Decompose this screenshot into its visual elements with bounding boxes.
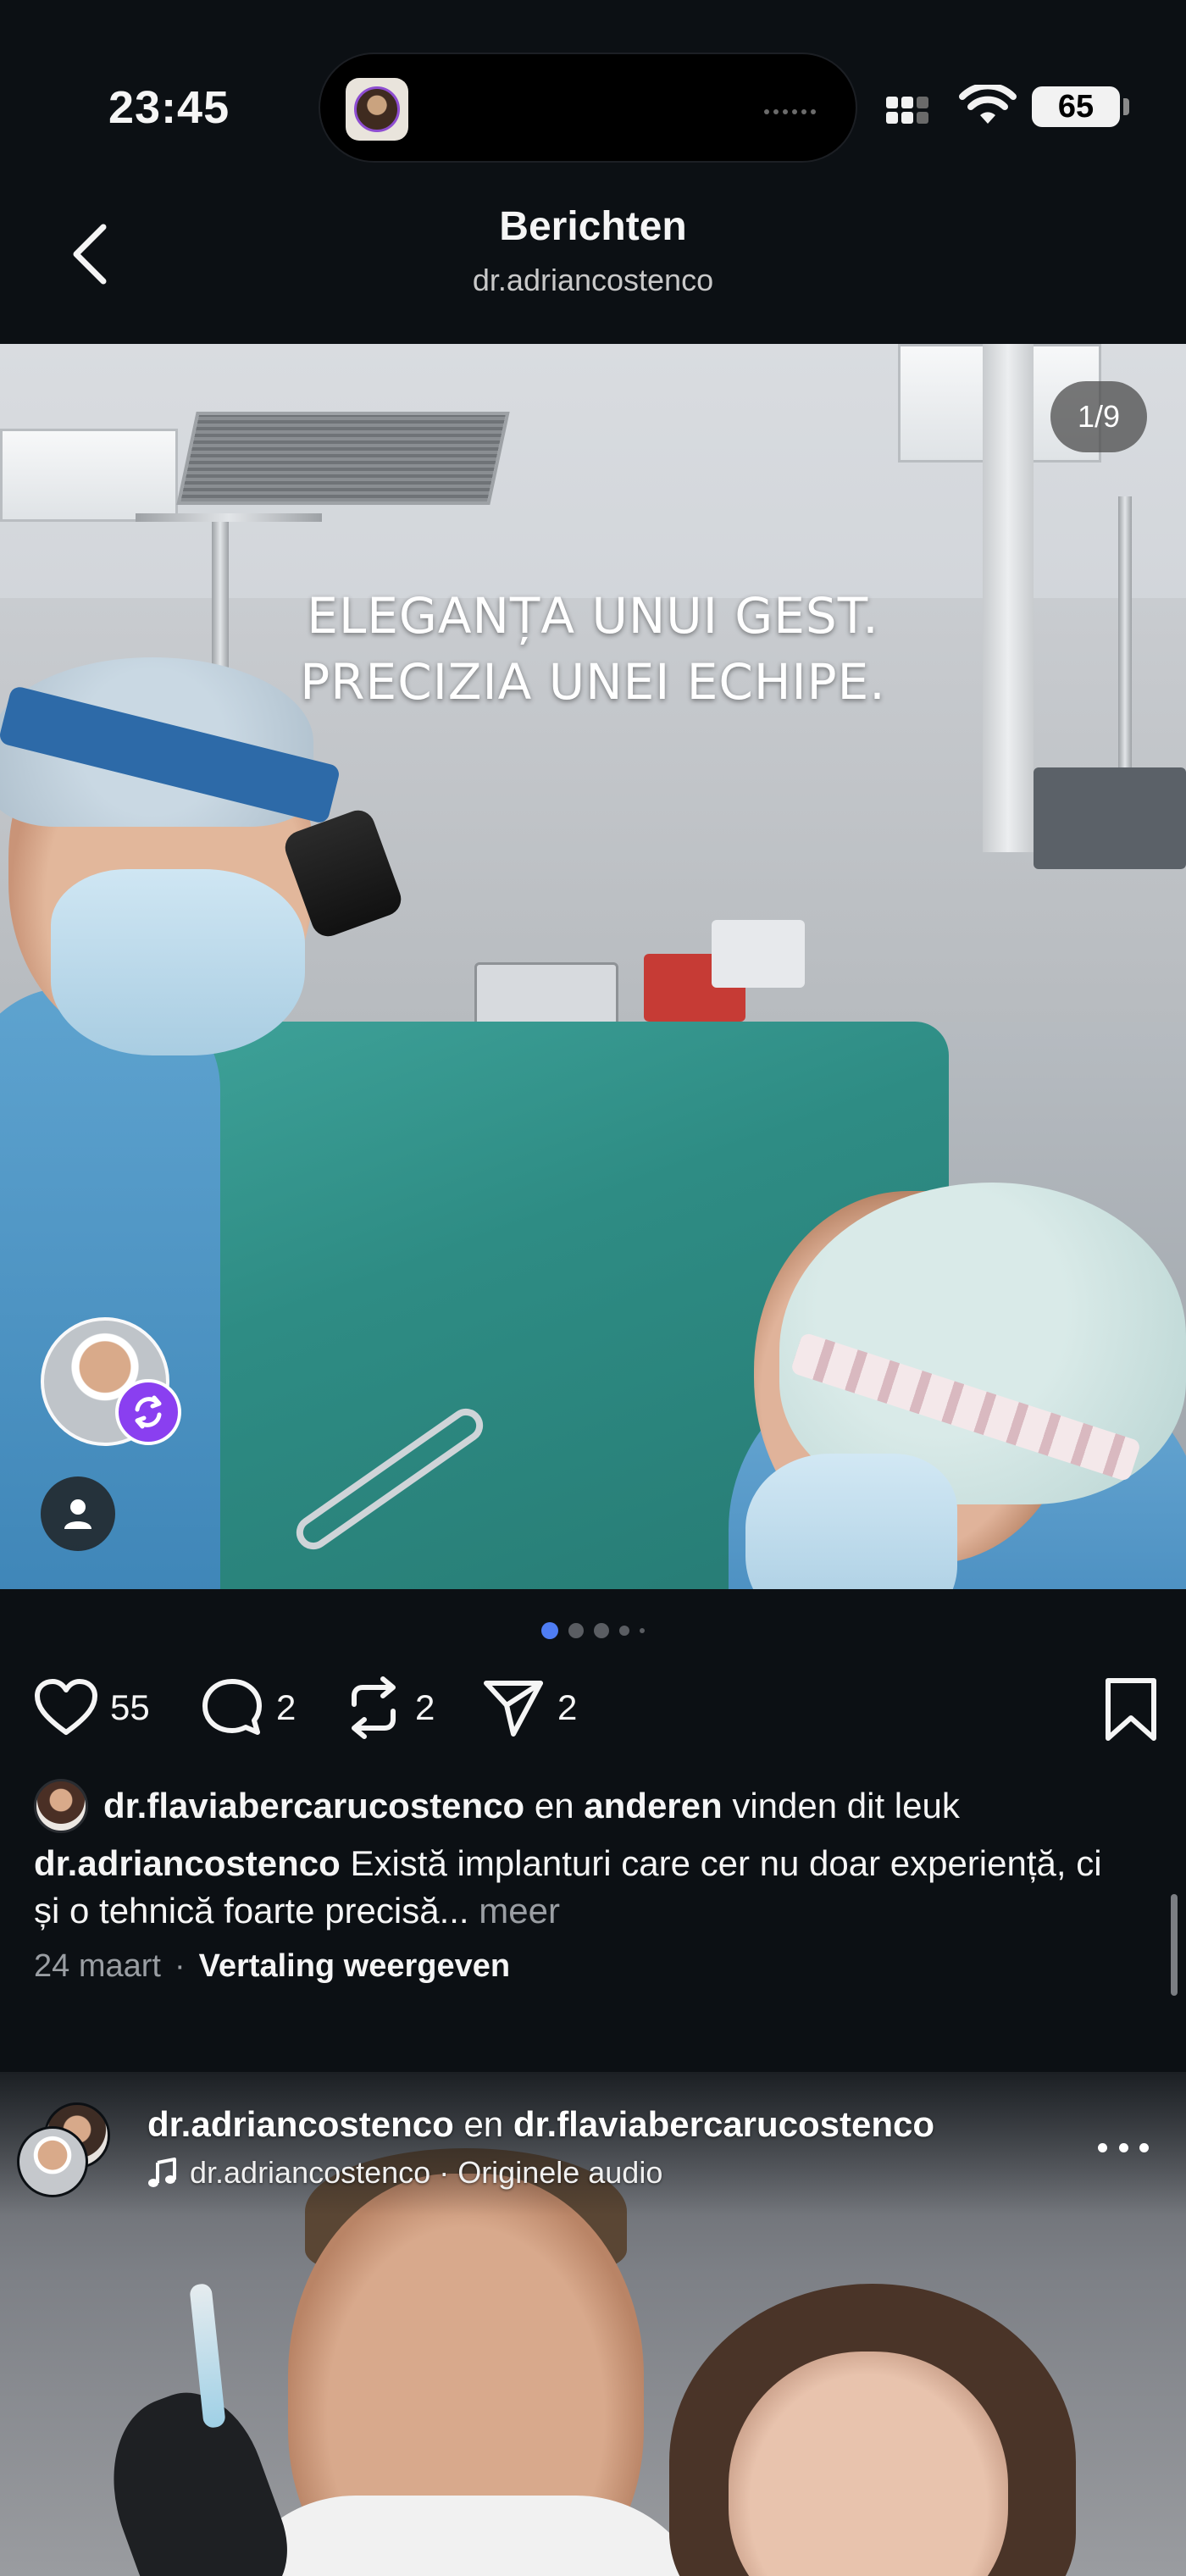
next-post-audio[interactable]: dr.adriancostenco · Originele audio — [147, 2155, 662, 2191]
comment-count: 2 — [276, 1687, 296, 1727]
more-options-icon[interactable] — [1098, 2135, 1149, 2160]
music-note-icon — [148, 2158, 176, 2187]
signal-icon — [886, 97, 928, 124]
next-author-connector: en — [463, 2104, 504, 2144]
audio-author: dr.adriancostenco — [190, 2155, 431, 2190]
person-icon — [64, 1499, 91, 1529]
next-post-video[interactable] — [0, 2072, 1186, 2576]
carousel-counter: 1/9 — [1050, 381, 1147, 452]
battery-nub — [1123, 98, 1129, 115]
meta-separator: · — [174, 1948, 186, 1984]
comment-icon — [202, 1679, 262, 1735]
wifi-icon — [959, 85, 1017, 124]
post-divider — [0, 2025, 1186, 2072]
status-time: 23:45 — [108, 82, 230, 133]
post-actions: 55 2 2 2 — [34, 1674, 1161, 1742]
pager-dot-active — [541, 1622, 558, 1639]
send-icon — [484, 1681, 543, 1737]
share-count: 2 — [557, 1687, 578, 1727]
next-author-1[interactable]: dr.adriancostenco — [147, 2104, 454, 2144]
translate-link[interactable]: Vertaling weergeven — [199, 1948, 511, 1985]
liked-by-connector: en — [534, 1786, 574, 1825]
post-overlay-text: ELEGANȚA UNUI GEST. PRECIZIA UNEI ECHIPE… — [0, 583, 1186, 715]
liked-by-user[interactable]: dr.flaviabercarucostenco — [103, 1786, 524, 1826]
pager-dot — [594, 1623, 609, 1638]
island-progress-dots — [764, 103, 825, 114]
scrollbar[interactable] — [1171, 1894, 1178, 1996]
post-caption: dr.adriancostenco Există implanturi care… — [34, 1840, 1135, 1935]
caption-more-link[interactable]: meer — [479, 1891, 560, 1931]
liked-by-others[interactable]: anderen — [584, 1786, 722, 1826]
battery-icon: 65 — [1032, 86, 1120, 127]
repost-count: 2 — [415, 1687, 435, 1727]
liked-by-suffix: vinden dit leuk — [732, 1786, 960, 1825]
next-post-avatar-1[interactable] — [17, 2126, 88, 2197]
page-subtitle: dr.adriancostenco — [472, 263, 714, 297]
overlay-line-1: ELEGANȚA UNUI GEST. — [307, 587, 879, 645]
repost-icon — [135, 1395, 162, 1429]
liked-by-avatar — [34, 1779, 88, 1833]
liked-by-row[interactable]: dr.flaviabercarucostenco en anderen vind… — [34, 1776, 960, 1836]
like-button[interactable]: 55 — [34, 1674, 150, 1742]
comment-button[interactable]: 2 — [200, 1674, 296, 1742]
repost-badge[interactable] — [115, 1379, 181, 1445]
repost-button[interactable]: 2 — [344, 1674, 435, 1742]
share-button[interactable]: 2 — [481, 1674, 577, 1742]
pager-dot — [640, 1628, 645, 1633]
pager-dot — [619, 1626, 629, 1636]
page-title: Berichten — [499, 204, 687, 249]
pager-dot — [568, 1623, 584, 1638]
repost-icon — [352, 1676, 396, 1739]
tagged-people-button[interactable] — [41, 1476, 115, 1551]
dynamic-island[interactable] — [319, 53, 857, 163]
status-bar: 23:45 65 — [0, 0, 1186, 178]
carousel-pager — [0, 1621, 1186, 1640]
post-meta: 24 maart · Vertaling weergeven — [34, 1948, 510, 1985]
heart-icon — [35, 1679, 97, 1735]
like-count: 55 — [110, 1687, 150, 1727]
live-activity-avatar — [346, 78, 408, 141]
next-post-authors: dr.adriancostenco en dr.flaviabercarucos… — [147, 2104, 934, 2145]
post-date: 24 maart — [34, 1948, 161, 1984]
audio-separator: · — [439, 2155, 450, 2190]
caption-author[interactable]: dr.adriancostenco — [34, 1843, 341, 1883]
bookmark-icon[interactable] — [1101, 1677, 1161, 1742]
next-author-2[interactable]: dr.flaviabercarucostenco — [513, 2104, 934, 2144]
overlay-line-2: PRECIZIA UNEI ECHIPE. — [300, 653, 886, 711]
audio-label: Originele audio — [457, 2155, 663, 2190]
